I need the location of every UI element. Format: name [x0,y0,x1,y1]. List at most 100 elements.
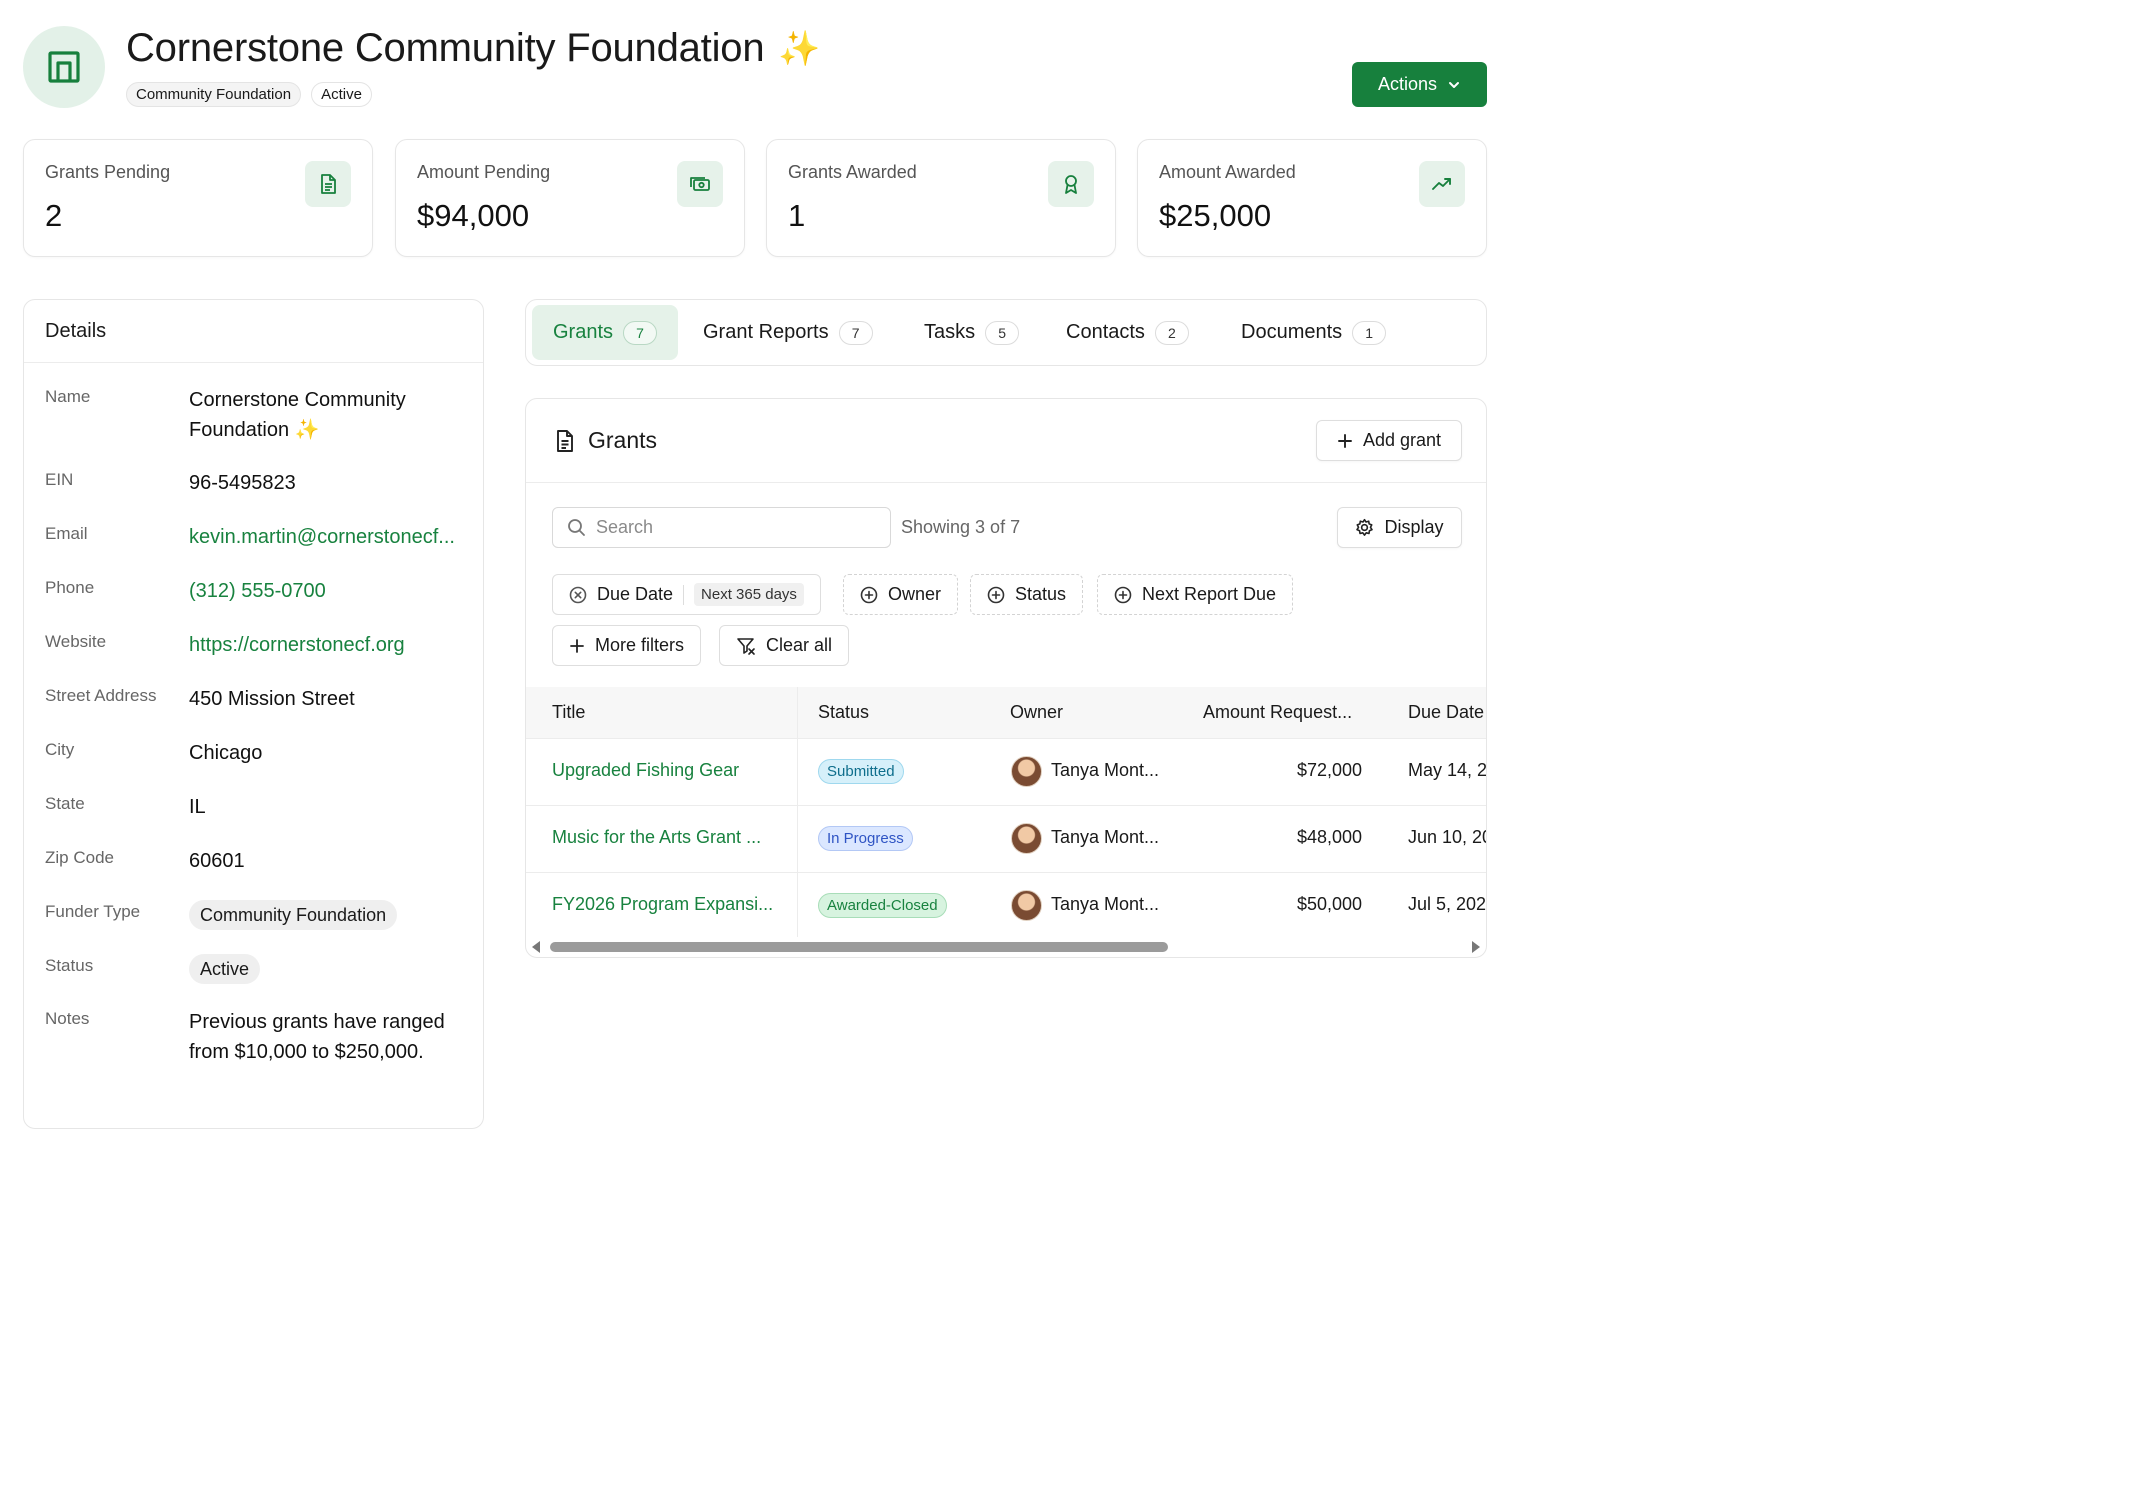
detail-label: Zip Code [45,848,114,867]
detail-row-funder-type: Funder Type Community Foundation [45,900,465,930]
detail-row-notes: Notes Previous grants have ranged from $… [45,1007,465,1067]
clear-all-label: Clear all [766,635,833,655]
building-icon [48,51,80,83]
col-owner[interactable]: Owner [1010,702,1063,723]
status-cell: Awarded-Closed [818,893,947,918]
detail-value-city: Chicago [189,742,263,764]
status-cell: Submitted [818,759,904,784]
search-field [552,507,891,548]
filter-label: Next Report Due [1142,584,1277,604]
tab-grant-reports[interactable]: Grant Reports 7 [682,305,894,360]
stat-label: Amount Awarded [1159,162,1296,182]
close-circle-icon[interactable] [569,586,587,604]
due-date-cell: Jun 10, 20 [1408,827,1487,847]
add-grant-button[interactable]: Add grant [1316,420,1462,461]
stat-label: Grants Awarded [788,162,917,182]
table-row[interactable]: FY2026 Program Expansi... Awarded-Closed… [526,873,1487,937]
amount-cell: $48,000 [1297,827,1363,847]
scrollbar-thumb[interactable] [550,942,1168,952]
detail-label: Name [45,387,91,406]
chevron-down-icon [1449,81,1460,88]
grant-title-link[interactable]: FY2026 Program Expansi... [552,894,773,915]
owner-name: Tanya Mont... [1051,760,1160,780]
display-label: Display [1384,517,1444,537]
tab-count: 1 [1352,320,1387,345]
grant-title-link[interactable]: Music for the Arts Grant ... [552,827,761,848]
amount-cell: $72,000 [1297,760,1363,780]
more-filters-button[interactable]: More filters [552,625,702,666]
tab-label: Documents [1241,321,1343,343]
owner-filter[interactable]: Owner [843,574,959,615]
tab-count: 7 [838,320,873,345]
funder-type-tag: Community Foundation [126,82,302,107]
detail-row-zip: Zip Code 60601 [45,846,465,876]
plus-circle-icon [1114,586,1132,603]
grants-title-text: Grants [588,427,658,453]
detail-value-funder-type: Community Foundation [189,900,398,930]
table-row[interactable]: Upgraded Fishing Gear Submitted Tanya Mo… [526,739,1487,806]
detail-row-phone: Phone (312) 555-0700 [45,576,465,606]
filter-x-icon [737,637,755,655]
stat-value: $25,000 [1159,198,1272,233]
detail-label: Status [45,956,94,975]
table-header: Title Status Owner Amount Request... Due… [526,687,1486,739]
plus-icon [570,638,584,653]
tab-documents[interactable]: Documents 1 [1220,305,1407,360]
due-date-cell: May 14, 20 [1408,760,1487,780]
grant-title-link[interactable]: Upgraded Fishing Gear [552,760,739,781]
stat-card-amount-awarded: Amount Awarded $25,000 [1137,139,1487,257]
detail-label: EIN [45,470,74,489]
detail-label: Email [45,524,88,543]
display-button[interactable]: Display [1337,507,1462,548]
tab-tasks[interactable]: Tasks 5 [903,305,1040,360]
horizontal-scrollbar[interactable] [526,937,1486,957]
col-amount-requested[interactable]: Amount Request... [1203,702,1352,723]
website-link[interactable]: https://cornerstonecf.org [189,630,405,660]
status-badge: Awarded-Closed [818,893,947,918]
scroll-left-arrow[interactable] [532,941,540,953]
status-cell: In Progress [818,826,913,851]
file-text-icon [557,429,573,452]
phone-link[interactable]: (312) 555-0700 [189,576,326,606]
col-due-date[interactable]: Due Date [1408,702,1484,723]
sparkles-icon: ✨ [778,29,821,68]
next-report-due-filter[interactable]: Next Report Due [1097,574,1294,615]
detail-value-ein: 96-5495823 [189,472,296,494]
tab-label: Contacts [1066,321,1145,343]
add-grant-label: Add grant [1362,430,1442,450]
detail-label: Notes [45,1009,90,1028]
status-chip: Active [189,954,261,984]
owner-name: Tanya Mont... [1051,894,1160,914]
filter-label: Status [1015,584,1067,604]
tabs-bar: Grants 7 Grant Reports 7 Tasks 5 Contact… [525,299,1487,366]
due-date-filter[interactable]: Due Date Next 365 days [552,574,821,615]
scroll-right-arrow[interactable] [1472,941,1480,953]
tab-label: Grants [553,321,614,343]
org-logo [23,26,105,108]
col-status[interactable]: Status [818,702,869,723]
clear-all-button[interactable]: Clear all [719,625,850,666]
actions-button[interactable]: Actions [1352,62,1487,107]
tab-grants[interactable]: Grants 7 [532,305,679,360]
due-date-cell: Jul 5, 202 [1408,894,1487,914]
detail-label: Street Address [45,686,157,705]
grants-panel: Grants Add grant Showing 3 of 7 Display … [525,398,1487,958]
detail-row-city: City Chicago [45,738,465,768]
grants-panel-header: Grants Add grant [526,399,1486,483]
plus-circle-icon [860,586,878,603]
detail-row-state: State IL [45,792,465,822]
status-filter[interactable]: Status [970,574,1084,615]
tab-contacts[interactable]: Contacts 2 [1045,305,1210,360]
col-title[interactable]: Title [552,702,585,723]
detail-row-street: Street Address 450 Mission Street [45,684,465,714]
detail-row-name: Name Cornerstone Community Foundation ✨ [45,385,465,445]
file-text-icon [305,161,351,207]
stat-card-grants-awarded: Grants Awarded 1 [766,139,1116,257]
tab-count: 5 [985,320,1020,345]
table-row[interactable]: Music for the Arts Grant ... In Progress… [526,806,1487,873]
stat-value: 1 [788,198,806,233]
email-link[interactable]: kevin.martin@cornerstonecf... [189,522,455,552]
detail-label: City [45,740,75,759]
search-input[interactable] [596,517,856,538]
detail-label: Funder Type [45,902,141,921]
